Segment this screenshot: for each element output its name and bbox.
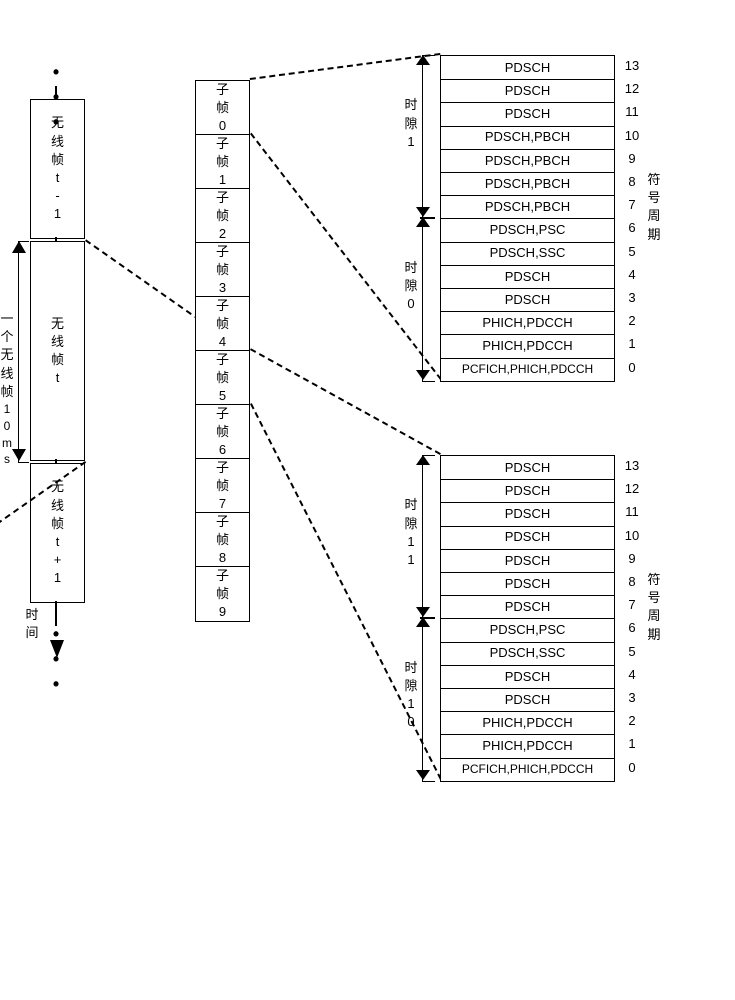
symbol-row: PDSCH xyxy=(440,101,615,126)
symbol-index: 13 xyxy=(621,58,643,73)
symbol-row: PDSCH xyxy=(440,55,615,80)
slot-divider xyxy=(420,617,434,619)
symbol-index: 0 xyxy=(621,360,643,375)
symbol-row: PDSCH,SSC xyxy=(440,641,615,666)
slot-label: 时隙 0 xyxy=(402,259,420,314)
symbol-index: 4 xyxy=(621,667,643,682)
slot-arrow xyxy=(416,607,430,617)
symbol-index: 2 xyxy=(621,313,643,328)
frame-bracket-arrow-top xyxy=(12,241,26,253)
frame-t-plus-1: 无线帧 t+1 xyxy=(30,463,85,603)
subframe-6: 子帧6 xyxy=(195,404,250,460)
symbol-row: PHICH,PDCCH xyxy=(440,333,615,358)
symbol-row: PHICH,PDCCH xyxy=(440,310,615,335)
symbol-index: 6 xyxy=(621,620,643,635)
subframe-5: 子帧5 xyxy=(195,350,250,406)
symbol-row: PDSCH,PSC xyxy=(440,217,615,242)
slot-arrow xyxy=(416,370,430,380)
symbol-row: PDSCH,PBCH xyxy=(440,125,615,150)
symbol-row: PDSCH,SSC xyxy=(440,241,615,266)
symbol-row: PCFICH,PHICH,PDCCH xyxy=(440,757,615,782)
slot-divider xyxy=(420,217,434,219)
slot-arrow xyxy=(416,207,430,217)
symbol-index: 10 xyxy=(621,128,643,143)
symbol-index: 5 xyxy=(621,644,643,659)
symbol-index: 8 xyxy=(621,174,643,189)
time-arrow xyxy=(50,640,64,664)
slot-label: 时隙 10 xyxy=(402,659,420,732)
symbol-row: PDSCH xyxy=(440,287,615,312)
subframe-2: 子帧2 xyxy=(195,188,250,244)
slot-bracket xyxy=(422,617,435,781)
symbol-row: PDSCH,PBCH xyxy=(440,148,615,173)
symbol-row: PDSCH xyxy=(440,548,615,573)
symbol-index: 5 xyxy=(621,244,643,259)
slot-arrow xyxy=(416,55,430,65)
subframe-9: 子帧9 xyxy=(195,566,250,622)
symbol-index: 9 xyxy=(621,151,643,166)
symbol-row: PDSCH xyxy=(440,478,615,503)
symbol-axis-label: 符号周期 xyxy=(645,571,663,644)
subframe-0: 子帧0 xyxy=(195,80,250,136)
symbol-index: 8 xyxy=(621,574,643,589)
symbol-index: 11 xyxy=(621,504,643,519)
symbol-row: PDSCH xyxy=(440,571,615,596)
symbol-row: PDSCH xyxy=(440,525,615,550)
subframe-3: 子帧3 xyxy=(195,242,250,298)
symbol-row: PDSCH xyxy=(440,687,615,712)
frame-t: 无线帧 t xyxy=(30,241,85,461)
symbol-row: PDSCH,PBCH xyxy=(440,171,615,196)
symbol-index: 7 xyxy=(621,197,643,212)
subframe-4: 子帧4 xyxy=(195,296,250,352)
symbol-index: 1 xyxy=(621,336,643,351)
symbol-index: 13 xyxy=(621,458,643,473)
symbol-index: 11 xyxy=(621,104,643,119)
slot-label: 时隙 11 xyxy=(402,496,420,569)
symbol-index: 9 xyxy=(621,551,643,566)
frame-bracket-label: 一个无线帧 10 ms xyxy=(0,310,16,468)
symbol-row: PDSCH,PBCH xyxy=(440,194,615,219)
symbol-index: 6 xyxy=(621,220,643,235)
slot-arrow xyxy=(416,455,430,465)
symbol-row: PDSCH,PSC xyxy=(440,617,615,642)
dashed-sf5-top xyxy=(250,348,441,455)
dashed-sf0-bot xyxy=(250,133,442,380)
slot-bracket xyxy=(422,55,435,219)
dashed-sf0-top xyxy=(250,53,440,80)
symbol-index: 12 xyxy=(621,481,643,496)
slot-bracket xyxy=(422,455,435,619)
slot-bracket xyxy=(422,217,435,381)
ellipsis-top: ••• xyxy=(48,60,66,136)
time-label: 时间 xyxy=(20,606,44,642)
subframe-7: 子帧7 xyxy=(195,458,250,514)
frame-bracket xyxy=(18,241,29,463)
symbol-index: 1 xyxy=(621,736,643,751)
symbol-row: PHICH,PDCCH xyxy=(440,710,615,735)
symbol-index: 12 xyxy=(621,81,643,96)
symbol-row: PDSCH xyxy=(440,455,615,480)
symbol-index: 4 xyxy=(621,267,643,282)
symbol-index: 7 xyxy=(621,597,643,612)
symbol-row: PHICH,PDCCH xyxy=(440,733,615,758)
symbol-row: PDSCH xyxy=(440,264,615,289)
subframe-8: 子帧8 xyxy=(195,512,250,568)
slot-label: 时隙 1 xyxy=(402,96,420,151)
symbol-row: PDSCH xyxy=(440,594,615,619)
symbol-index: 2 xyxy=(621,713,643,728)
symbol-index: 3 xyxy=(621,690,643,705)
symbol-index: 0 xyxy=(621,760,643,775)
subframe-1: 子帧1 xyxy=(195,134,250,190)
symbol-row: PDSCH xyxy=(440,501,615,526)
symbol-index: 3 xyxy=(621,290,643,305)
symbol-axis-label: 符号周期 xyxy=(645,171,663,244)
symbol-index: 10 xyxy=(621,528,643,543)
slot-arrow xyxy=(416,770,430,780)
symbol-row: PDSCH xyxy=(440,664,615,689)
symbol-row: PDSCH xyxy=(440,78,615,103)
symbol-row: PCFICH,PHICH,PDCCH xyxy=(440,357,615,382)
